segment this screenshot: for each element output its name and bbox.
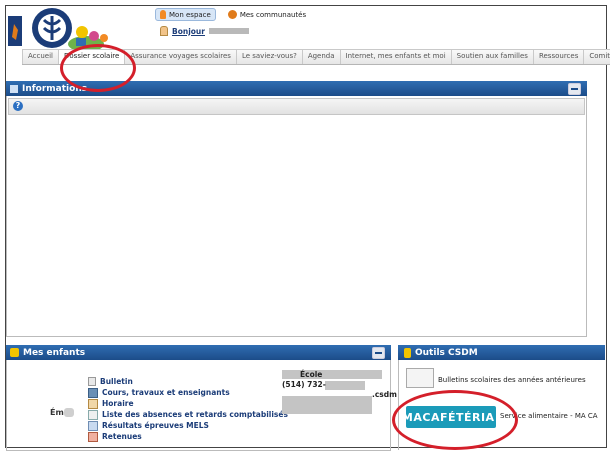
mes-enfants-header: Mes enfants [6, 345, 391, 360]
calendar-icon [88, 398, 98, 409]
menu-item-cours[interactable]: Cours, travaux et enseignants [88, 387, 288, 398]
detention-icon [88, 431, 98, 442]
tab-accueil[interactable]: Accueil [22, 49, 59, 64]
list-icon [88, 409, 98, 420]
menu-label: Bulletin [100, 377, 133, 386]
info-row: ? [8, 98, 585, 115]
tab-ressources[interactable]: Ressources [532, 49, 585, 64]
school-label: École [300, 370, 323, 379]
outils-item-bulletins[interactable]: Bulletins scolaires des années antérieur… [438, 376, 586, 384]
child-name[interactable]: Ém [50, 408, 74, 417]
user-icon [160, 26, 168, 36]
report-icon [88, 377, 96, 386]
book-icon [88, 387, 98, 398]
greeting: Bonjour [160, 26, 249, 36]
menu-item-absences[interactable]: Liste des absences et retards comptabili… [88, 409, 288, 420]
child-menu: Bulletin Cours, travaux et enseignants H… [88, 376, 288, 442]
tab-saviez-vous[interactable]: Le saviez-vous? [235, 49, 303, 64]
school-email[interactable]: .csdm [372, 390, 397, 400]
mes-communautes-label: Mes communautés [239, 10, 307, 19]
info-panel-icon [10, 84, 18, 93]
collapse-icon[interactable] [568, 83, 581, 95]
school-phone: (514) 732- [282, 380, 326, 389]
child-name-redacted [63, 408, 74, 417]
user-name-redacted [208, 28, 249, 34]
collapse-icon[interactable] [372, 347, 385, 359]
menu-label: Retenues [102, 432, 142, 441]
child-name-text: Ém [50, 408, 64, 417]
results-icon [88, 420, 98, 431]
mon-espace-label: Mon espace [169, 10, 211, 19]
outils-header: Outils CSDM [398, 345, 605, 360]
mes-communautes-button[interactable]: Mes communautés [224, 9, 310, 20]
mon-espace-button[interactable]: Mon espace [155, 8, 216, 21]
menu-label: Résultats épreuves MELS [102, 421, 209, 430]
tools-icon [404, 347, 411, 358]
menu-item-horaire[interactable]: Horaire [88, 398, 288, 409]
outils-title: Outils CSDM [415, 347, 478, 358]
person-icon [160, 10, 166, 19]
top-nav: Mon espace Mes communautés [155, 8, 310, 21]
annotation-circle-cafeteria [392, 390, 518, 450]
tab-agenda[interactable]: Agenda [301, 49, 341, 64]
menu-label: Cours, travaux et enseignants [102, 388, 230, 397]
tab-comite[interactable]: Comité [583, 49, 610, 64]
bulletins-thumbnail-icon[interactable] [406, 368, 434, 388]
children-icon [10, 348, 19, 357]
menu-item-resultats[interactable]: Résultats épreuves MELS [88, 420, 288, 431]
community-icon [227, 10, 237, 19]
mes-enfants-title: Mes enfants [23, 347, 86, 358]
tab-soutien[interactable]: Soutien aux familles [450, 49, 534, 64]
menu-label: Horaire [102, 399, 134, 408]
informations-body: ? [6, 96, 587, 337]
menu-item-retenues[interactable]: Retenues [88, 431, 288, 442]
tab-internet[interactable]: Internet, mes enfants et moi [339, 49, 452, 64]
tab-assurance[interactable]: Assurance voyages scolaires [124, 49, 237, 64]
menu-item-bulletin[interactable]: Bulletin [88, 376, 288, 387]
help-icon[interactable]: ? [13, 101, 23, 111]
menu-label: Liste des absences et retards comptabili… [102, 410, 288, 419]
school-info: École (514) 732- .csdm [282, 370, 397, 400]
annotation-circle-tab [60, 44, 136, 92]
greeting-label: Bonjour [172, 26, 205, 36]
